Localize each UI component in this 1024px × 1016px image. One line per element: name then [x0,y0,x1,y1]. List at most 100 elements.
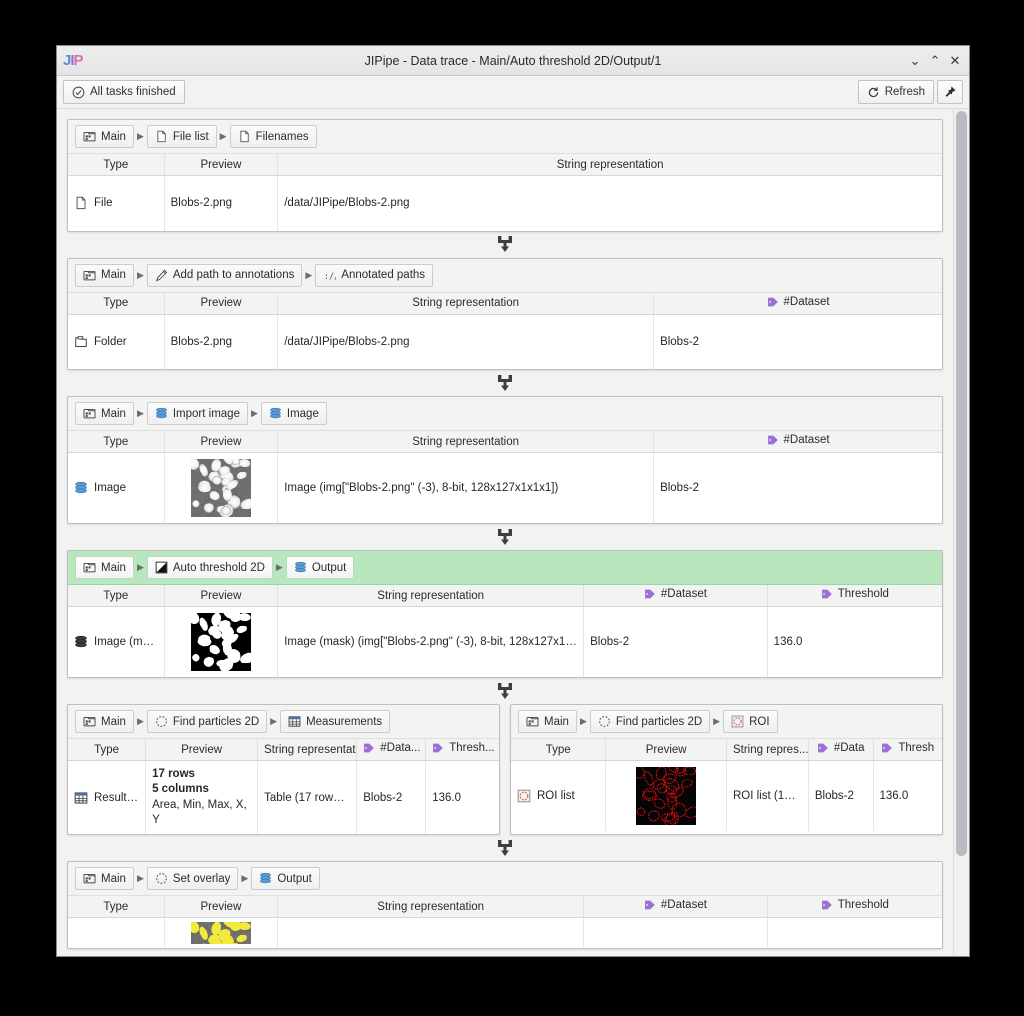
close-icon[interactable]: ✕ [945,51,965,71]
column-header[interactable]: #Data [808,739,873,761]
breadcrumb-item-label: Main [101,131,126,143]
column-header-label: String representation [412,297,519,309]
breadcrumb-item-image[interactable]: Image [261,402,327,425]
breadcrumb-item-annotated-paths[interactable]: ://Annotated paths [315,264,433,287]
column-header-label: Type [546,744,571,756]
minimize-icon[interactable]: ⌄ [905,51,925,71]
image-stack-icon [269,407,282,420]
column-header[interactable]: Preview [164,154,278,176]
breadcrumb-item-label: Image [287,408,319,420]
breadcrumb-item-set-overlay[interactable]: Set overlay [147,867,239,890]
column-header[interactable]: Threshold [767,896,942,918]
tag-icon [821,588,833,600]
breadcrumb-item-find-particles-2d[interactable]: Find particles 2D [147,710,267,733]
column-header[interactable]: String representation [278,431,654,453]
data-table: TypePreview String representation #Datase… [68,293,942,370]
column-header-label: #Data [834,742,865,754]
breadcrumb-item-roi[interactable]: ROI [723,710,777,733]
column-header[interactable]: #Data... [357,739,426,761]
table-row[interactable]: ROI listROI list (17 it...Blobs-2136.0 [511,761,942,832]
column-header[interactable]: Type [68,739,146,761]
column-header-label: String representation [377,590,484,602]
breadcrumb-item-file-list[interactable]: File list [147,125,217,148]
breadcrumb-item-measurements[interactable]: Measurements [280,710,390,733]
column-header[interactable]: Preview [164,896,278,918]
breadcrumb-item-auto-threshold-2d[interactable]: Auto threshold 2D [147,556,273,579]
column-header-label: Type [94,744,119,756]
column-header[interactable]: Type [68,293,164,315]
refresh-button[interactable]: Refresh [858,80,934,104]
breadcrumb-item-add-path-to-annotations[interactable]: Add path to annotations [147,264,303,287]
column-header[interactable]: String representation [278,293,654,315]
column-header-label: #Dataset [784,434,830,446]
breadcrumb-item-filenames[interactable]: Filenames [230,125,317,148]
blobs-overlay-thumbnail [191,922,251,944]
cell-type: Image (ma... [68,607,164,678]
table-row[interactable]: FileBlobs-2.png/data/JIPipe/Blobs-2.png [68,176,942,231]
column-header[interactable]: String representation [278,585,584,607]
table-row[interactable]: FolderBlobs-2.png/data/JIPipe/Blobs-2.pn… [68,314,942,369]
breadcrumb-item-import-image[interactable]: Import image [147,402,248,425]
vertical-scrollbar[interactable] [953,109,969,956]
breadcrumb-item-main[interactable]: Main [75,710,134,733]
column-header[interactable]: #Dataset [584,585,768,607]
column-header-label: Threshold [838,588,889,600]
column-header[interactable]: Preview [164,431,278,453]
cell-threshold: 136.0 [767,607,942,678]
breadcrumb-item-main[interactable]: Main [518,710,577,733]
table-row[interactable]: Results table17 rows5 columnsArea, Min, … [68,761,499,835]
breadcrumb-item-main[interactable]: Main [75,402,134,425]
column-header[interactable]: Preview [146,739,258,761]
column-header-label: Preview [200,590,241,602]
column-header[interactable]: Thresh... [426,739,499,761]
column-header[interactable]: String representation [258,739,357,761]
pin-icon [943,85,957,99]
column-header[interactable]: String representation [278,896,584,918]
breadcrumb-item-main[interactable]: Main [75,556,134,579]
breadcrumb-item-find-particles-2d[interactable]: Find particles 2D [590,710,710,733]
panel-header: Main▶ Add path to annotations▶://Annotat… [68,259,942,293]
table-header-row: TypePreview String representation [68,154,942,176]
column-header[interactable]: #Dataset [654,431,942,453]
cell-preview-label: Blobs-2.png [171,336,272,348]
column-header[interactable]: Type [68,431,164,453]
toolbar-actions: Refresh [858,80,963,104]
breadcrumb-item-label: File list [173,131,209,143]
scrollbar-thumb[interactable] [956,111,967,856]
cell-type-label: File [94,197,113,209]
column-header-label: String representation [557,159,664,171]
column-header-label: #Data... [380,742,420,754]
breadcrumb-item-main[interactable]: Main [75,125,134,148]
breadcrumb-item-output[interactable]: Output [251,867,320,890]
cell-type: File [68,176,164,231]
table-row[interactable] [68,918,942,948]
column-header[interactable]: Preview [164,585,278,607]
maximize-icon[interactable]: ⌃ [925,51,945,71]
column-header[interactable]: Type [511,739,606,761]
column-header[interactable]: Type [68,154,164,176]
status-button[interactable]: All tasks finished [63,80,185,104]
column-header[interactable]: #Dataset [654,293,942,315]
column-header-label: String repres... [733,744,808,756]
column-header[interactable]: String repres... [726,739,808,761]
table-row[interactable]: Image (ma...Image (mask) (img["Blobs-2.p… [68,607,942,678]
column-header-label: Type [103,436,128,448]
cell-dataset: Blobs-2 [654,453,942,524]
column-header[interactable]: Type [68,585,164,607]
breadcrumb-item-main[interactable]: Main [75,867,134,890]
column-header[interactable]: Threshold [767,585,942,607]
breadcrumb-item-output[interactable]: Output [286,556,355,579]
column-header[interactable]: String representation [278,154,942,176]
breadcrumb: Main▶ Import image▶ Image [75,402,327,425]
column-header[interactable]: Preview [606,739,727,761]
column-header[interactable]: Thresh [873,739,942,761]
panel-set-overlay: Main▶Set overlay▶ OutputTypePreviewStrin… [67,861,943,949]
breadcrumb-item-main[interactable]: Main [75,264,134,287]
column-header[interactable]: Type [68,896,164,918]
pin-button[interactable] [937,80,963,104]
table-icon [288,715,301,728]
table-row[interactable]: ImageImage (img["Blobs-2.png" (-3), 8-bi… [68,453,942,524]
cell-type-label: Results table [94,792,139,804]
column-header[interactable]: #Dataset [584,896,768,918]
column-header[interactable]: Preview [164,293,278,315]
